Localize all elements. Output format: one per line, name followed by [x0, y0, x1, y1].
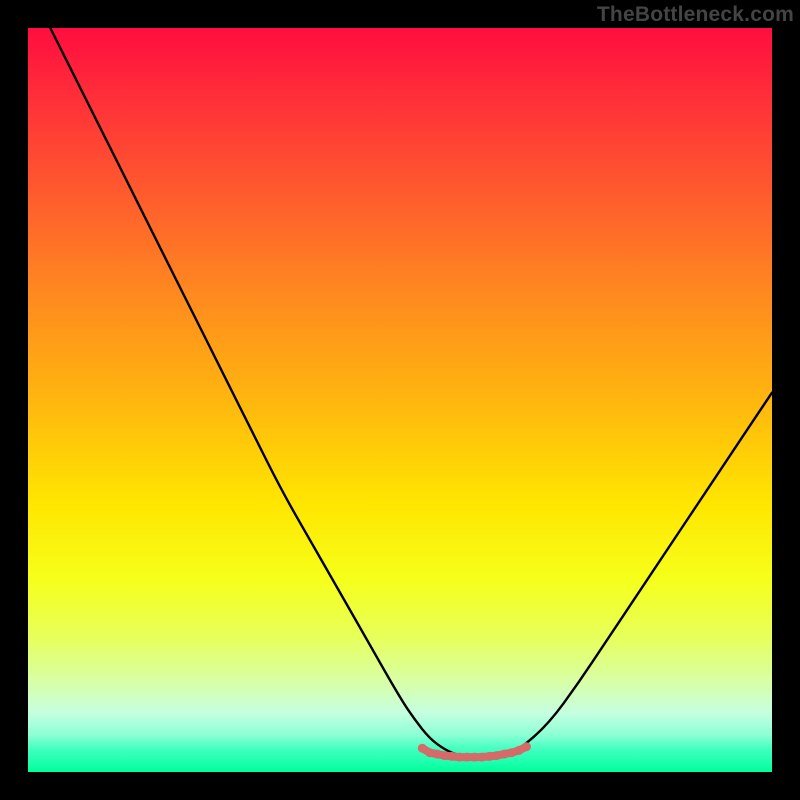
marker-dot: [433, 750, 442, 759]
marker-dot: [418, 744, 427, 753]
watermark-text: TheBottleneck.com: [597, 3, 794, 27]
plot-area: [28, 28, 772, 772]
bottleneck-curve: [50, 28, 772, 757]
curve-layer: [28, 28, 772, 772]
chart-frame: TheBottleneck.com: [0, 0, 800, 800]
marker-dot: [492, 751, 501, 760]
bottom-marker: [418, 742, 531, 761]
marker-dot: [522, 742, 531, 751]
